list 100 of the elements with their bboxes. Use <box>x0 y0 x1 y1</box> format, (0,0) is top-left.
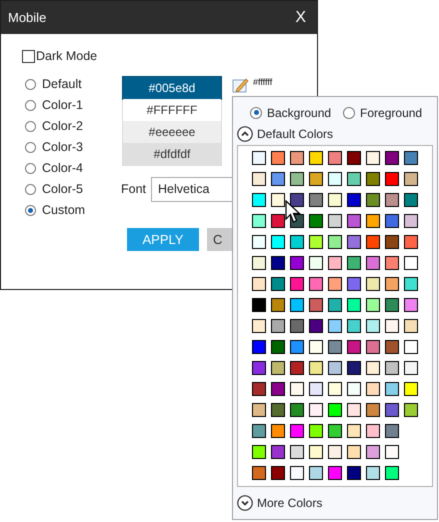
color-swatch[interactable] <box>290 360 304 375</box>
color-swatch[interactable] <box>385 340 399 354</box>
color-swatch[interactable] <box>366 256 380 270</box>
color-swatch[interactable] <box>347 360 361 375</box>
color-swatch[interactable] <box>290 340 304 354</box>
color-swatch[interactable] <box>290 172 304 186</box>
color-swatch[interactable] <box>309 466 323 480</box>
color-swatch[interactable] <box>271 172 285 186</box>
color-swatch[interactable] <box>347 444 361 459</box>
color-swatch[interactable] <box>366 150 380 165</box>
color-swatch[interactable] <box>309 340 323 354</box>
color-swatch[interactable] <box>271 150 285 165</box>
color-swatch[interactable] <box>404 382 418 396</box>
color-swatch[interactable] <box>328 318 342 333</box>
color-swatch[interactable] <box>309 234 323 249</box>
color-swatch[interactable] <box>404 298 418 312</box>
color-swatch[interactable] <box>385 424 399 438</box>
color-swatch[interactable] <box>404 318 418 333</box>
color-swatch[interactable] <box>252 318 266 333</box>
color-swatch[interactable] <box>328 382 342 396</box>
color-swatch[interactable] <box>309 192 323 207</box>
color-swatch[interactable] <box>347 382 361 396</box>
color-swatch[interactable] <box>290 150 304 165</box>
color-swatch[interactable] <box>290 382 304 396</box>
color-swatch[interactable] <box>309 318 323 333</box>
color-swatch[interactable] <box>347 214 361 228</box>
color-swatch[interactable] <box>309 360 323 375</box>
color-swatch[interactable] <box>290 298 304 312</box>
color-swatch[interactable] <box>347 340 361 354</box>
color-swatch[interactable] <box>290 318 304 333</box>
pencil-icon[interactable] <box>232 76 250 94</box>
color-swatch[interactable] <box>404 276 418 291</box>
color-swatch[interactable] <box>271 256 285 270</box>
color-swatch[interactable] <box>309 214 323 228</box>
color-swatch[interactable] <box>366 318 380 333</box>
color-swatch[interactable] <box>366 360 380 375</box>
color-swatch[interactable] <box>271 444 285 459</box>
color-swatch[interactable] <box>252 360 266 375</box>
color-list-item[interactable]: #005e8d <box>123 76 221 99</box>
color-swatch[interactable] <box>252 298 266 312</box>
color-swatch[interactable] <box>347 466 361 480</box>
color-swatch[interactable] <box>347 150 361 165</box>
color-swatch[interactable] <box>309 276 323 291</box>
color-swatch[interactable] <box>347 234 361 249</box>
radio-button[interactable] <box>343 106 356 119</box>
color-swatch[interactable] <box>404 340 418 354</box>
radio-button[interactable] <box>25 79 36 90</box>
color-swatch[interactable] <box>385 444 399 459</box>
radio-button[interactable] <box>250 106 262 119</box>
color-swatch[interactable] <box>271 234 285 249</box>
color-swatch[interactable] <box>366 424 380 438</box>
color-swatch[interactable] <box>328 234 342 249</box>
color-swatch[interactable] <box>404 256 418 270</box>
color-swatch[interactable] <box>328 360 342 375</box>
color-swatch[interactable] <box>309 150 323 165</box>
color-swatch[interactable] <box>347 256 361 270</box>
color-swatch[interactable] <box>328 256 342 270</box>
checkbox[interactable] <box>22 50 35 63</box>
expand-icon[interactable] <box>237 495 253 512</box>
color-swatch[interactable] <box>328 192 342 207</box>
color-swatch[interactable] <box>347 276 361 291</box>
color-swatch[interactable] <box>271 402 285 417</box>
color-swatch[interactable] <box>366 444 380 459</box>
color-swatch[interactable] <box>271 214 285 228</box>
radio-button[interactable] <box>25 142 36 154</box>
color-swatch[interactable] <box>252 150 266 165</box>
color-swatch[interactable] <box>385 150 399 165</box>
color-swatch[interactable] <box>385 466 399 480</box>
color-swatch[interactable] <box>290 192 304 207</box>
color-swatch[interactable] <box>252 466 266 480</box>
color-swatch[interactable] <box>309 298 323 312</box>
color-swatch[interactable] <box>347 402 361 417</box>
color-swatch[interactable] <box>252 192 266 207</box>
color-swatch[interactable] <box>328 340 342 354</box>
color-swatch[interactable] <box>385 276 399 291</box>
color-swatch[interactable] <box>271 360 285 375</box>
color-swatch[interactable] <box>252 444 266 459</box>
color-swatch[interactable] <box>366 276 380 291</box>
color-swatch[interactable] <box>385 256 399 270</box>
color-swatch[interactable] <box>290 444 304 459</box>
color-swatch[interactable] <box>271 318 285 333</box>
color-swatch[interactable] <box>404 234 418 249</box>
radio-button[interactable] <box>25 205 36 216</box>
color-swatch[interactable] <box>404 192 418 207</box>
color-swatch[interactable] <box>385 234 399 249</box>
color-swatch[interactable] <box>290 466 304 480</box>
color-swatch[interactable] <box>271 298 285 312</box>
color-swatch[interactable] <box>366 214 380 228</box>
color-swatch[interactable] <box>252 402 266 417</box>
color-swatch[interactable] <box>252 424 266 438</box>
color-swatch[interactable] <box>347 192 361 207</box>
collapse-icon[interactable] <box>237 126 253 142</box>
color-swatch[interactable] <box>385 192 399 207</box>
radio-button[interactable] <box>25 121 36 132</box>
radio-button[interactable] <box>25 163 36 174</box>
color-swatch[interactable] <box>366 382 380 396</box>
color-swatch[interactable] <box>271 340 285 354</box>
color-swatch[interactable] <box>385 318 399 333</box>
color-swatch[interactable] <box>347 318 361 333</box>
color-swatch[interactable] <box>271 382 285 396</box>
